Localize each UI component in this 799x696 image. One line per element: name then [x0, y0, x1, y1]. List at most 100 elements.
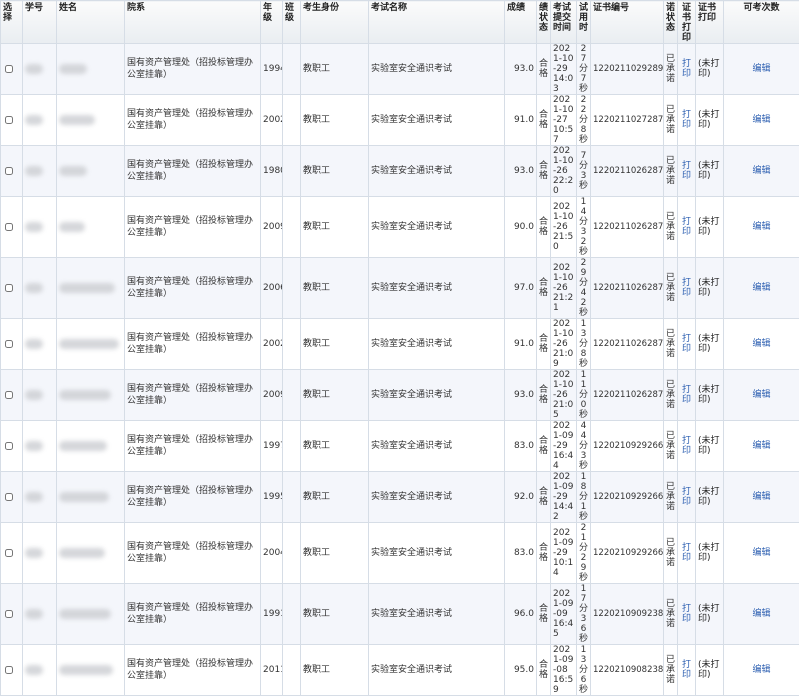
col-role: 考生身份 [301, 1, 369, 44]
student-id-cell [23, 258, 57, 319]
department-text: 国有资产管理处（招投标管理办公室挂靠） [127, 277, 253, 299]
print-cell[interactable]: 打印 [678, 319, 696, 370]
table-row: 国有资产管理处（招投标管理办公室挂靠）1980教职工实验室安全通识考试93.0合… [1, 146, 799, 197]
edit-cell[interactable]: 编辑 [724, 370, 799, 421]
edit-link[interactable]: 编辑 [726, 64, 797, 75]
print-link[interactable]: 打印 [680, 334, 693, 354]
department-cell: 国有资产管理处（招投标管理办公室挂靠） [125, 197, 261, 258]
edit-cell[interactable]: 编辑 [724, 95, 799, 146]
promise-status-text: 已承诺 [666, 156, 675, 186]
select-cell[interactable] [1, 146, 23, 197]
edit-cell[interactable]: 编辑 [724, 197, 799, 258]
score-text: 90.0 [514, 222, 534, 232]
select-cell[interactable] [1, 523, 23, 584]
print-cell[interactable]: 打印 [678, 146, 696, 197]
print-link[interactable]: 打印 [680, 217, 693, 237]
print-cell[interactable]: 打印 [678, 44, 696, 95]
row-checkbox[interactable] [5, 442, 13, 450]
role-text: 教职工 [303, 665, 330, 675]
row-checkbox[interactable] [5, 223, 13, 231]
edit-link[interactable]: 编辑 [726, 609, 797, 620]
class-cell [283, 258, 301, 319]
print-link[interactable]: 打印 [680, 487, 693, 507]
print-cell[interactable]: 打印 [678, 584, 696, 645]
grade-cell: 2009 [261, 197, 283, 258]
status-cell: 合格 [537, 645, 551, 696]
edit-link[interactable]: 编辑 [726, 548, 797, 559]
print-cell[interactable]: 打印 [678, 258, 696, 319]
cert-no-cell: 122021102628774 [591, 146, 664, 197]
edit-link[interactable]: 编辑 [726, 441, 797, 452]
edit-cell[interactable]: 编辑 [724, 584, 799, 645]
print-cell[interactable]: 打印 [678, 472, 696, 523]
print-link[interactable]: 打印 [680, 110, 693, 130]
print-cell[interactable]: 打印 [678, 95, 696, 146]
grade-cell: 2002 [261, 319, 283, 370]
edit-cell[interactable]: 编辑 [724, 258, 799, 319]
select-cell[interactable] [1, 584, 23, 645]
row-checkbox[interactable] [5, 284, 13, 292]
print-link[interactable]: 打印 [680, 59, 693, 79]
print-status-text: (未打印) [698, 110, 721, 130]
row-checkbox[interactable] [5, 610, 13, 618]
name-cell [57, 370, 125, 421]
select-cell[interactable] [1, 95, 23, 146]
print-cell[interactable]: 打印 [678, 523, 696, 584]
role-cell: 教职工 [301, 95, 369, 146]
row-checkbox[interactable] [5, 116, 13, 124]
select-cell[interactable] [1, 319, 23, 370]
edit-cell[interactable]: 编辑 [724, 472, 799, 523]
role-cell: 教职工 [301, 146, 369, 197]
row-checkbox[interactable] [5, 340, 13, 348]
col-cert-print-2: 证书打印 [696, 1, 724, 44]
edit-cell[interactable]: 编辑 [724, 146, 799, 197]
select-cell[interactable] [1, 258, 23, 319]
row-checkbox[interactable] [5, 493, 13, 501]
print-status-text: (未打印) [698, 487, 721, 507]
select-cell[interactable] [1, 421, 23, 472]
select-cell[interactable] [1, 44, 23, 95]
select-cell[interactable] [1, 370, 23, 421]
promise-cell: 已承诺 [664, 523, 678, 584]
table-row: 国有资产管理处（招投标管理办公室挂靠）2011教职工实验室安全通识考试95.0合… [1, 645, 799, 696]
status-cell: 合格 [537, 421, 551, 472]
edit-link[interactable]: 编辑 [726, 283, 797, 294]
edit-cell[interactable]: 编辑 [724, 645, 799, 696]
edit-link[interactable]: 编辑 [726, 492, 797, 503]
edit-link[interactable]: 编辑 [726, 390, 797, 401]
edit-link[interactable]: 编辑 [726, 115, 797, 126]
score-cell: 95.0 [505, 645, 537, 696]
edit-cell[interactable]: 编辑 [724, 44, 799, 95]
redacted-name [59, 390, 111, 400]
edit-cell[interactable]: 编辑 [724, 319, 799, 370]
print-link[interactable]: 打印 [680, 385, 693, 405]
print-cell[interactable]: 打印 [678, 197, 696, 258]
print-status-cell: (未打印) [696, 319, 724, 370]
print-link[interactable]: 打印 [680, 436, 693, 456]
print-cell[interactable]: 打印 [678, 370, 696, 421]
print-cell[interactable]: 打印 [678, 421, 696, 472]
print-link[interactable]: 打印 [680, 604, 693, 624]
select-cell[interactable] [1, 197, 23, 258]
edit-cell[interactable]: 编辑 [724, 421, 799, 472]
edit-link[interactable]: 编辑 [726, 166, 797, 177]
edit-link[interactable]: 编辑 [726, 222, 797, 233]
select-cell[interactable] [1, 472, 23, 523]
print-link[interactable]: 打印 [680, 161, 693, 181]
edit-link[interactable]: 编辑 [726, 665, 797, 676]
row-checkbox[interactable] [5, 391, 13, 399]
submit-time-cell: 2021-09-29 16:44 [551, 421, 577, 472]
select-cell[interactable] [1, 645, 23, 696]
print-link[interactable]: 打印 [680, 278, 693, 298]
department-cell: 国有资产管理处（招投标管理办公室挂靠） [125, 258, 261, 319]
print-link[interactable]: 打印 [680, 543, 693, 563]
print-link[interactable]: 打印 [680, 660, 693, 680]
row-checkbox[interactable] [5, 666, 13, 674]
row-checkbox[interactable] [5, 549, 13, 557]
row-checkbox[interactable] [5, 65, 13, 73]
row-checkbox[interactable] [5, 167, 13, 175]
print-cell[interactable]: 打印 [678, 645, 696, 696]
name-cell [57, 95, 125, 146]
edit-link[interactable]: 编辑 [726, 339, 797, 350]
edit-cell[interactable]: 编辑 [724, 523, 799, 584]
